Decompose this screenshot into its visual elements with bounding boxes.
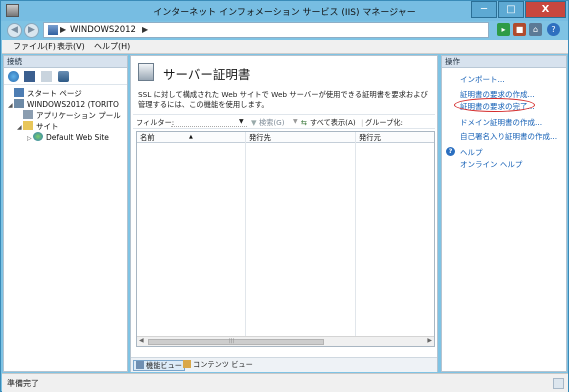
tab-content-view[interactable]: コンテンツ ビュー bbox=[181, 360, 255, 371]
toolbar-icons: ▸ ■ ⌂ ? bbox=[493, 23, 567, 38]
group-by-label[interactable]: グループ化: bbox=[365, 118, 403, 128]
scroll-left-icon[interactable]: ◀ bbox=[139, 337, 144, 344]
search-dropdown-icon[interactable]: ▼ bbox=[293, 118, 298, 125]
list-header: 名前 ▲ 発行先 発行元 bbox=[137, 132, 434, 143]
connections-toolbar bbox=[4, 68, 127, 85]
server-icon bbox=[14, 99, 24, 108]
horizontal-scrollbar[interactable]: ◀ ||| ▶ bbox=[137, 336, 434, 346]
show-all-button[interactable]: すべて表示(A) bbox=[310, 118, 356, 128]
tree-item-start-page[interactable]: スタート ページ bbox=[8, 88, 82, 98]
tab-features-view[interactable]: 機能ビュー bbox=[133, 360, 185, 371]
highlight-circle bbox=[454, 98, 535, 112]
forward-button[interactable]: ▶ bbox=[24, 23, 39, 38]
connections-refresh-icon[interactable] bbox=[58, 71, 69, 82]
tree-item-server[interactable]: ◢ WINDOWS2012 (TORITO bbox=[8, 99, 119, 109]
go-icon[interactable]: ▸ bbox=[497, 23, 510, 36]
show-all-icon: ⇆ bbox=[301, 118, 308, 127]
content-view-icon bbox=[183, 360, 191, 368]
search-icon: ▼ bbox=[251, 118, 257, 127]
status-bar: 準備完了 bbox=[2, 373, 568, 392]
search-button[interactable]: 検索(G) bbox=[259, 118, 285, 128]
filter-input[interactable] bbox=[171, 117, 247, 127]
resize-grip-icon[interactable] bbox=[553, 378, 564, 389]
stop-icon[interactable]: ■ bbox=[513, 23, 526, 36]
features-pane: サーバー証明書 SSL に対して構成された Web サイトで Web サーバーが… bbox=[130, 55, 438, 372]
column-header-issued-by[interactable]: 発行元 bbox=[359, 133, 381, 143]
action-import[interactable]: インポート... bbox=[460, 74, 505, 85]
page-description: SSL に対して構成された Web サイトで Web サーバーが使用できる証明書… bbox=[138, 90, 428, 109]
action-create-self-signed-cert[interactable]: 自己署名入り証明書の作成... bbox=[460, 131, 557, 142]
tree-item-default-web-site[interactable]: ▷ Default Web Site bbox=[27, 132, 109, 142]
server-icon bbox=[48, 25, 58, 35]
disconnect-icon[interactable] bbox=[41, 71, 52, 82]
connections-header: 接続 bbox=[4, 56, 127, 68]
iis-manager-window: インターネット インフォメーション サービス (IIS) マネージャー ─ □ … bbox=[0, 0, 569, 392]
features-view-icon bbox=[136, 361, 144, 369]
action-online-help[interactable]: オンライン ヘルプ bbox=[460, 159, 522, 170]
page-title: サーバー証明書 bbox=[163, 67, 251, 82]
minimize-button[interactable]: ─ bbox=[471, 1, 497, 18]
back-button[interactable]: ◀ bbox=[7, 23, 22, 38]
tree-item-sites[interactable]: ◢ サイト bbox=[17, 121, 59, 131]
column-divider[interactable] bbox=[245, 132, 246, 336]
connections-pane: 接続 スタート ページ ◢ WINDOWS2012 (TORITO アプリケーショ… bbox=[3, 55, 128, 372]
actions-header: 操作 bbox=[442, 56, 566, 68]
address-row: ◀ ▶ ▶ WINDOWS2012 ▶ ▸ ■ ⌂ ? bbox=[3, 22, 567, 39]
action-create-domain-cert[interactable]: ドメイン証明書の作成... bbox=[460, 117, 542, 128]
scroll-grip-icon: ||| bbox=[229, 338, 235, 344]
maximize-button[interactable]: □ bbox=[498, 1, 524, 18]
address-bar[interactable]: ▶ WINDOWS2012 ▶ bbox=[43, 22, 489, 38]
connect-icon[interactable] bbox=[8, 71, 19, 82]
help-icon[interactable]: ? bbox=[547, 23, 560, 36]
start-page-icon bbox=[14, 88, 24, 97]
globe-icon bbox=[33, 132, 43, 141]
breadcrumb-server[interactable]: WINDOWS2012 bbox=[70, 25, 136, 35]
sites-folder-icon bbox=[23, 121, 33, 130]
scroll-right-icon[interactable]: ▶ bbox=[427, 337, 432, 344]
sort-asc-icon: ▲ bbox=[189, 134, 193, 140]
breadcrumb-separator[interactable]: ▶ bbox=[142, 25, 148, 34]
breadcrumb-separator[interactable]: ▶ bbox=[60, 25, 66, 34]
filter-label: フィルター: bbox=[136, 118, 175, 127]
menu-file[interactable]: ファイル(F) bbox=[13, 41, 56, 52]
save-icon[interactable] bbox=[24, 71, 35, 82]
tree-item-app-pools[interactable]: アプリケーション プール bbox=[17, 110, 121, 120]
view-tabs: 機能ビュー コンテンツ ビュー bbox=[131, 357, 437, 372]
status-text: 準備完了 bbox=[7, 379, 39, 388]
menu-bar: ファイル(F) 表示(V) ヘルプ(H) bbox=[2, 40, 568, 54]
home-icon[interactable]: ⌂ bbox=[529, 23, 542, 36]
action-help[interactable]: ヘルプ bbox=[460, 147, 483, 158]
app-pool-icon bbox=[23, 110, 33, 119]
filter-bar: フィルター: ▼ ▼ 検索(G) ▼ ⇆ すべて表示(A) | グループ化: bbox=[133, 114, 435, 129]
scroll-thumb[interactable]: ||| bbox=[148, 338, 324, 345]
menu-help[interactable]: ヘルプ(H) bbox=[94, 41, 130, 52]
server-certificate-icon bbox=[138, 63, 154, 81]
close-button[interactable]: X bbox=[525, 1, 566, 18]
menu-view[interactable]: 表示(V) bbox=[57, 41, 85, 52]
actions-pane: 操作 インポート... 証明書の要求の作成... 証明書の要求の完了... ドメ… bbox=[441, 55, 567, 372]
certificates-list[interactable]: 名前 ▲ 発行先 発行元 ◀ ||| ▶ bbox=[136, 131, 435, 347]
column-header-issued-to[interactable]: 発行先 bbox=[249, 133, 271, 143]
toolbar-divider: | bbox=[361, 118, 364, 127]
filter-dropdown-icon[interactable]: ▼ bbox=[239, 118, 244, 125]
help-icon: ? bbox=[446, 147, 455, 156]
column-header-name[interactable]: 名前 bbox=[140, 133, 155, 143]
column-divider[interactable] bbox=[355, 132, 356, 336]
title-bar[interactable]: インターネット インフォメーション サービス (IIS) マネージャー ─ □ … bbox=[1, 1, 568, 21]
